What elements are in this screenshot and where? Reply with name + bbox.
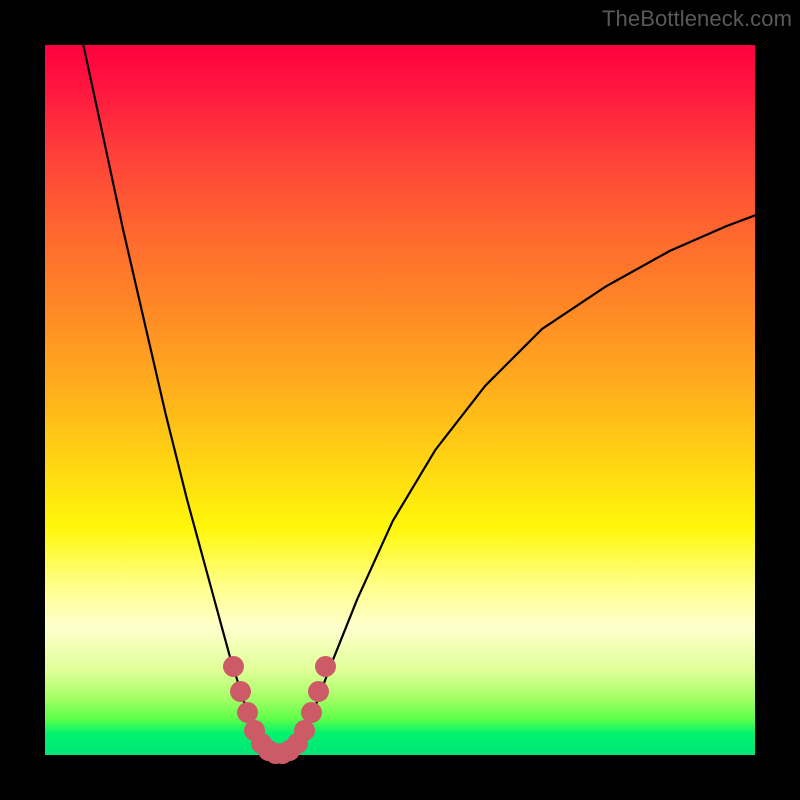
curve-right bbox=[297, 215, 755, 750]
curve-left bbox=[83, 45, 265, 751]
plot-area bbox=[45, 45, 755, 755]
curve-svg bbox=[45, 45, 755, 755]
data-marker bbox=[230, 681, 251, 702]
chart-container: TheBottleneck.com bbox=[0, 0, 800, 800]
data-marker bbox=[223, 656, 244, 677]
attribution-label: TheBottleneck.com bbox=[0, 8, 800, 30]
data-marker bbox=[301, 702, 322, 723]
data-marker bbox=[308, 681, 329, 702]
data-marker bbox=[315, 656, 336, 677]
